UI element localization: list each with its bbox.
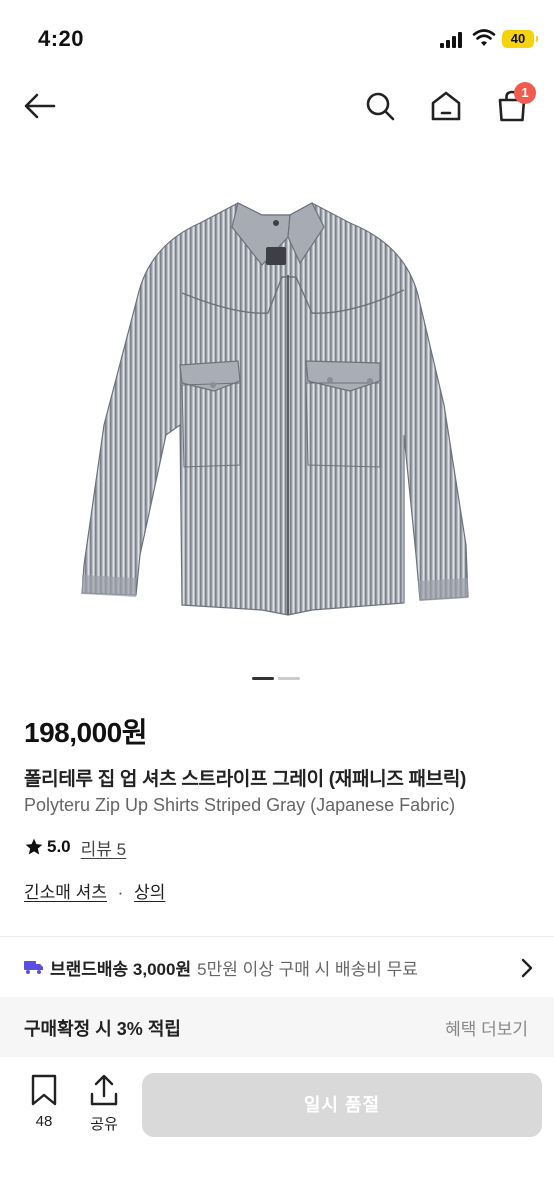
divider <box>0 936 554 937</box>
product-image[interactable] <box>0 145 554 660</box>
star-icon <box>25 838 43 855</box>
product-title-english: Polyteru Zip Up Shirts Striped Gray (Jap… <box>24 795 456 815</box>
carousel-dot-active <box>252 677 274 680</box>
truck-icon <box>24 961 43 974</box>
product-price: 198,000원 <box>24 717 147 748</box>
sold-out-button[interactable]: 일시 품절 <box>142 1073 542 1137</box>
bookmark-icon <box>31 1074 57 1106</box>
back-arrow-icon[interactable] <box>22 88 58 124</box>
image-carousel-indicator <box>252 677 302 681</box>
category-separator: · <box>117 883 124 902</box>
review-link[interactable]: 리뷰 5 <box>81 835 126 860</box>
battery-indicator: 40 <box>502 30 538 48</box>
share-button[interactable]: 공유 <box>86 1074 122 1134</box>
benefit-banner: 구매확정 시 3% 적립 혜택 더보기 <box>0 997 554 1057</box>
nav-bar: 1 <box>0 80 554 134</box>
cart-count-badge: 1 <box>514 82 536 104</box>
benefit-label: 구매확정 시 3% 적립 <box>24 1019 181 1039</box>
shipping-note: 5만원 이상 구매 시 배송비 무료 <box>197 959 418 979</box>
share-label: 공유 <box>90 1116 118 1133</box>
cellular-signal-icon <box>440 32 466 48</box>
chevron-right-icon <box>521 958 533 978</box>
wifi-icon <box>472 29 496 46</box>
bottom-action-bar: 48 공유 일시 품절 <box>0 1058 554 1200</box>
carousel-dot-inactive <box>278 677 300 680</box>
home-icon[interactable] <box>428 88 464 124</box>
shirt-photo <box>81 202 469 616</box>
product-title-korean: 폴리테루 집 업 셔츠 스트라이프 그레이 (재패니즈 패브릭) <box>24 769 467 790</box>
bookmark-count: 48 <box>35 1113 53 1130</box>
search-icon[interactable] <box>362 88 398 124</box>
category-link-tops[interactable]: 상의 <box>134 883 165 902</box>
share-icon <box>90 1074 118 1106</box>
status-time: 4:20 <box>38 26 85 51</box>
shipping-info-row[interactable]: 브랜드배송 3,000원 5만원 이상 구매 시 배송비 무료 <box>24 953 534 981</box>
rating-row: 5.0 리뷰 5 <box>24 835 126 859</box>
cart-button[interactable]: 1 <box>494 82 536 124</box>
category-link-long-sleeve-shirt[interactable]: 긴소매 셔츠 <box>24 883 107 902</box>
rating-score: 5.0 <box>47 837 71 856</box>
status-bar: 4:20 40 <box>0 0 554 80</box>
shipping-fee: 브랜드배송 3,000원 <box>50 959 192 979</box>
category-breadcrumb: 긴소매 셔츠 · 상의 <box>24 878 165 903</box>
bookmark-button[interactable]: 48 <box>26 1074 62 1130</box>
benefit-more-link[interactable]: 혜택 더보기 <box>445 1015 528 1040</box>
